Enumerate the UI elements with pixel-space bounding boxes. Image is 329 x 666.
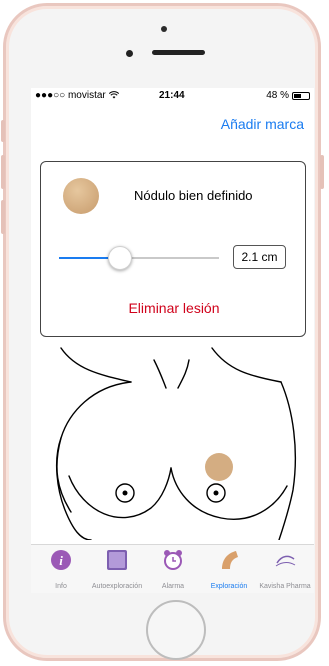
right-nipple-icon: [206, 483, 226, 503]
tab-alarma[interactable]: Alarma: [145, 545, 201, 593]
app-screen: ●●●○○ movistar 21:44 48 % Añadir marca N…: [31, 88, 314, 593]
self-exam-icon: [107, 550, 127, 570]
carrier-text: ●●●○○ movistar: [35, 90, 106, 101]
add-mark-button[interactable]: Añadir marca: [221, 116, 304, 132]
wifi-icon: [108, 91, 119, 99]
speaker-grille: [152, 50, 205, 55]
battery-percent: 48 %: [266, 90, 289, 101]
tab-exploracion[interactable]: Exploración: [201, 545, 257, 593]
lesion-marker[interactable]: [205, 453, 233, 481]
tab-kavisha-pharma[interactable]: Kavisha Pharma: [257, 545, 313, 593]
nodule-type-label: Nódulo bien definido: [134, 188, 253, 203]
home-button[interactable]: [146, 600, 206, 660]
tab-autoexploracion-label: Autoexploración: [91, 583, 143, 590]
info-icon: i: [51, 550, 71, 570]
lesion-card: Nódulo bien definido 2.1 cm Eliminar les…: [40, 161, 306, 337]
delete-lesion-button[interactable]: Eliminar lesión: [41, 300, 307, 316]
exploration-icon: [222, 551, 238, 569]
slider-thumb[interactable]: [107, 246, 132, 270]
clock: 21:44: [159, 90, 185, 101]
battery-icon: [292, 91, 310, 100]
nodule-swatch[interactable]: [63, 178, 99, 214]
volume-button: [1, 200, 5, 234]
tab-kavisha-pharma-label: Kavisha Pharma: [259, 583, 311, 590]
svg-text:i: i: [59, 553, 63, 568]
power-button: [320, 155, 324, 189]
size-field[interactable]: 2.1 cm: [233, 245, 286, 269]
front-camera: [126, 50, 133, 57]
tab-bar: i Info Autoexploración Alarma Exploració…: [31, 544, 314, 593]
tab-exploracion-label: Exploración: [210, 583, 248, 590]
battery-group: 48 %: [266, 90, 310, 101]
tab-autoexploracion[interactable]: Autoexploración: [89, 545, 145, 593]
torso-illustration: [56, 347, 297, 540]
carrier-label: ●●●○○ movistar: [35, 90, 119, 101]
tab-alarma-label: Alarma: [161, 583, 185, 590]
left-nipple-icon: [115, 483, 135, 503]
tab-info-label: Info: [55, 583, 67, 590]
volume-button: [1, 120, 5, 142]
tab-info[interactable]: i Info: [33, 545, 89, 593]
kavisha-logo-icon: [275, 555, 296, 567]
alarm-clock-icon: [164, 550, 182, 570]
volume-button: [1, 155, 5, 189]
size-slider[interactable]: [59, 257, 219, 259]
status-bar: ●●●○○ movistar 21:44 48 %: [31, 88, 314, 104]
earpiece-dot: [161, 26, 167, 32]
